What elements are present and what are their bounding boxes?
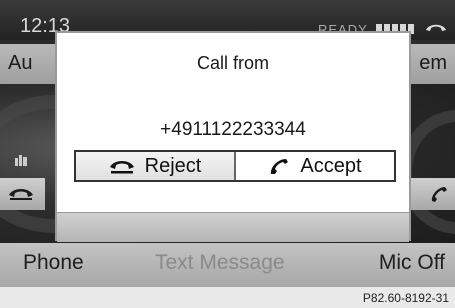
phone-hangup-icon: [109, 161, 134, 174]
reject-button[interactable]: Reject: [76, 152, 236, 180]
menu-item-system[interactable]: em: [419, 52, 447, 75]
figure-code: P82.60-8192-31: [362, 291, 449, 305]
phone-hangup-icon: [426, 24, 446, 31]
phone-hangup-icon: [9, 189, 33, 200]
call-action-buttons: Reject Accept: [74, 150, 396, 182]
mic-off-menu-item[interactable]: Mic Off: [379, 251, 445, 275]
dialog-footer: [57, 212, 409, 242]
phone-menu-item[interactable]: Phone: [23, 251, 84, 275]
accept-button[interactable]: Accept: [236, 152, 394, 180]
building-icon: [15, 155, 27, 166]
side-accept-button[interactable]: [410, 178, 455, 210]
reject-label: Reject: [144, 154, 202, 177]
text-message-menu-item[interactable]: Text Message: [155, 251, 285, 275]
phone-accept-icon: [271, 159, 289, 174]
accept-label: Accept: [300, 154, 362, 177]
incoming-call-dialog: Call from +4911122233344 Reject Accept: [55, 31, 411, 242]
side-reject-button[interactable]: [0, 178, 45, 210]
bottom-menu-bar: Phone Text Message Mic Off: [0, 243, 455, 287]
caller-number: +4911122233344: [160, 119, 306, 140]
dialog-title: Call from: [196, 53, 269, 73]
menu-item-audio[interactable]: Au: [8, 52, 32, 75]
phone-accept-icon: [431, 187, 447, 202]
